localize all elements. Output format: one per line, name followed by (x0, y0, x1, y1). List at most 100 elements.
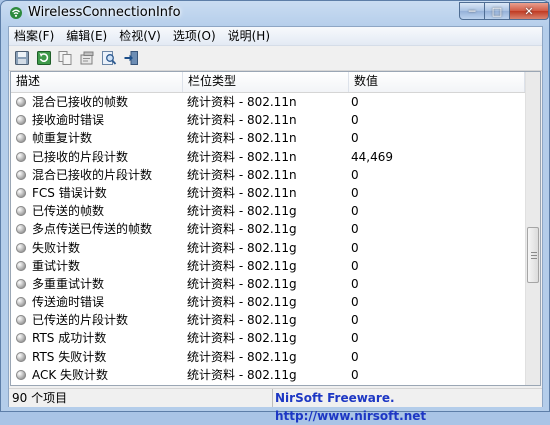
row-bullet-icon (16, 224, 26, 235)
cell-value: 0 (351, 131, 359, 146)
cell-field-type: 统计资料 - 802.11g (187, 240, 297, 255)
cell-field-type: 统计资料 - 802.11g (187, 258, 297, 273)
menu-bar: 档案(F) 编辑(E) 检视(V) 选项(O) 说明(H) (9, 27, 542, 46)
cell-value: 0 (351, 384, 521, 385)
list-header: 描述 栏位类型 数值 (11, 72, 525, 93)
menu-edit[interactable]: 编辑(E) (60, 27, 113, 45)
copy-icon[interactable] (57, 50, 73, 66)
row-bullet-icon (16, 333, 26, 344)
table-row[interactable]: 已传送的片段计数 统计资料 - 802.11g 0 (11, 311, 525, 329)
table-row[interactable]: 帧重复计数 统计资料 - 802.11n 0 (11, 129, 525, 147)
cell-field-type: 统计资料 - 802.11g (187, 313, 297, 328)
vertical-scrollbar[interactable] (525, 72, 540, 385)
cell-value: 0 (351, 313, 359, 328)
row-bullet-icon (16, 169, 26, 180)
cell-description: 失败计数 (32, 240, 81, 255)
table-row[interactable]: ACK 失败计数 统计资料 - 802.11g 0 (11, 366, 525, 384)
row-bullet-icon (16, 151, 26, 162)
find-icon[interactable] (101, 50, 117, 66)
cell-field-type: 统计资料 - 802.11g (187, 276, 297, 291)
cell-value: 0 (351, 167, 359, 182)
row-bullet-icon (16, 315, 26, 326)
list-rows: 混合已接收的帧数 统计资料 - 802.11n 0 接收逾时错误 统计资料 - 802.… (11, 93, 525, 385)
cell-value: 0 (351, 367, 359, 382)
cell-description: 已接收的片段计数 (32, 149, 129, 164)
scrollbar-thumb[interactable] (527, 227, 539, 283)
table-row[interactable]: 混合已接收的片段计数 统计资料 - 802.11n 0 (11, 166, 525, 184)
row-bullet-icon (16, 206, 26, 217)
nirsoft-link[interactable]: NirSoft Freeware. http://www.nirsoft.net (275, 389, 542, 423)
cell-value: 0 (351, 95, 359, 109)
maximize-icon: □ (491, 4, 503, 18)
properties-icon[interactable] (79, 50, 95, 66)
cell-description: 混合已接收的帧数 (32, 95, 129, 109)
cell-description: 重试计数 (32, 258, 81, 273)
table-row[interactable]: 接收逾时错误 统计资料 - 802.11n 0 (11, 111, 525, 129)
cell-value: 0 (351, 276, 359, 291)
row-bullet-icon (16, 97, 26, 107)
cell-field-type: 统计资料 - 802.11n (187, 185, 297, 200)
minimize-button[interactable]: ─ (459, 2, 485, 20)
table-row[interactable]: 失败计数 统计资料 - 802.11g 0 (11, 239, 525, 257)
close-button[interactable]: ✕ (509, 2, 549, 20)
cell-field-type: 统计资料 - 802.11g (187, 349, 297, 364)
row-bullet-icon (16, 187, 26, 198)
cell-field-type: 统计资料 - 802.11n (187, 167, 297, 182)
minimize-icon: ─ (468, 4, 476, 18)
cell-description: 混合已接收的片段计数 (32, 167, 153, 182)
table-row[interactable]: RTS 失败计数 统计资料 - 802.11g 0 (11, 348, 525, 366)
cell-description: FCS 错误计数 (32, 185, 107, 200)
table-row[interactable]: RTS 成功计数 统计资料 - 802.11g 0 (11, 329, 525, 347)
menu-view[interactable]: 检视(V) (113, 27, 167, 45)
cell-description: 多点传送已传送的帧数 (32, 222, 153, 237)
cell-value: 0 (351, 113, 359, 128)
row-bullet-icon (16, 297, 26, 308)
row-bullet-icon (16, 115, 26, 126)
row-bullet-icon (16, 242, 26, 253)
table-row[interactable]: FCS 错误计数 统计资料 - 802.11n 0 (11, 184, 525, 202)
table-row[interactable]: 已接收的片段计数 统计资料 - 802.11n 44,469 (11, 148, 525, 166)
cell-value: 0 (351, 258, 359, 273)
cell-description: 已传送的帧数 (32, 204, 105, 219)
cell-value: 0 (351, 331, 359, 346)
item-count: 90 个项目 (9, 389, 273, 407)
cell-value: 0 (351, 222, 359, 237)
menu-options[interactable]: 选项(O) (167, 27, 222, 45)
cell-description: ACK 失败计数 (32, 367, 109, 382)
refresh-icon[interactable] (36, 50, 52, 66)
table-row[interactable]: 传送逾时错误 统计资料 - 802.11g 0 (11, 293, 525, 311)
table-row[interactable]: 多点传送已传送的帧数 统计资料 - 802.11g 0 (11, 220, 525, 238)
cell-description: 已接收的帧数 (32, 384, 182, 385)
cell-field-type: 统计资料 - 802.11g (187, 367, 297, 382)
exit-icon[interactable] (123, 50, 139, 66)
row-bullet-icon (16, 260, 26, 271)
table-row[interactable]: 多重重试计数 统计资料 - 802.11g 0 (11, 275, 525, 293)
table-row[interactable]: 混合已接收的帧数 统计资料 - 802.11n 0 (11, 93, 525, 111)
wireless-app-icon (10, 7, 22, 19)
toolbar (9, 46, 542, 71)
menu-help[interactable]: 说明(H) (222, 27, 276, 45)
cell-field-type: 统计资料 - 802.11g (187, 295, 297, 310)
cell-field-type: 统计资料 - 802.11n (187, 131, 297, 146)
cell-description: 帧重复计数 (32, 131, 93, 146)
cell-description: RTS 失败计数 (32, 349, 107, 364)
menu-file[interactable]: 档案(F) (9, 27, 60, 45)
table-row[interactable]: 重试计数 统计资料 - 802.11g 0 (11, 257, 525, 275)
row-bullet-icon (16, 351, 26, 362)
cell-description: 传送逾时错误 (32, 295, 105, 310)
column-header-field-type[interactable]: 栏位类型 (183, 72, 349, 92)
cell-field-type: 统计资料 - 802.11n (187, 95, 297, 109)
column-header-value[interactable]: 数值 (349, 72, 525, 92)
table-row[interactable]: 已接收的帧数 统计资料 - 802.11g 0 (11, 384, 525, 385)
cell-value: 0 (351, 349, 359, 364)
statistics-list[interactable]: 描述 栏位类型 数值 混合已接收的帧数 统计资料 - 802.11n 0 接收逾时错误… (10, 71, 541, 386)
window-title: WirelessConnectionInfo (28, 5, 181, 20)
maximize-button[interactable]: □ (484, 2, 510, 20)
save-icon[interactable] (14, 50, 30, 66)
table-row[interactable]: 已传送的帧数 统计资料 - 802.11g 0 (11, 202, 525, 220)
cell-field-type: 统计资料 - 802.11g (187, 331, 297, 346)
column-header-description[interactable]: 描述 (11, 72, 183, 92)
cell-field-type: 统计资料 - 802.11g (187, 384, 347, 385)
title-bar[interactable]: WirelessConnectionInfo ─ □ ✕ (1, 1, 549, 25)
close-icon: ✕ (524, 4, 534, 18)
